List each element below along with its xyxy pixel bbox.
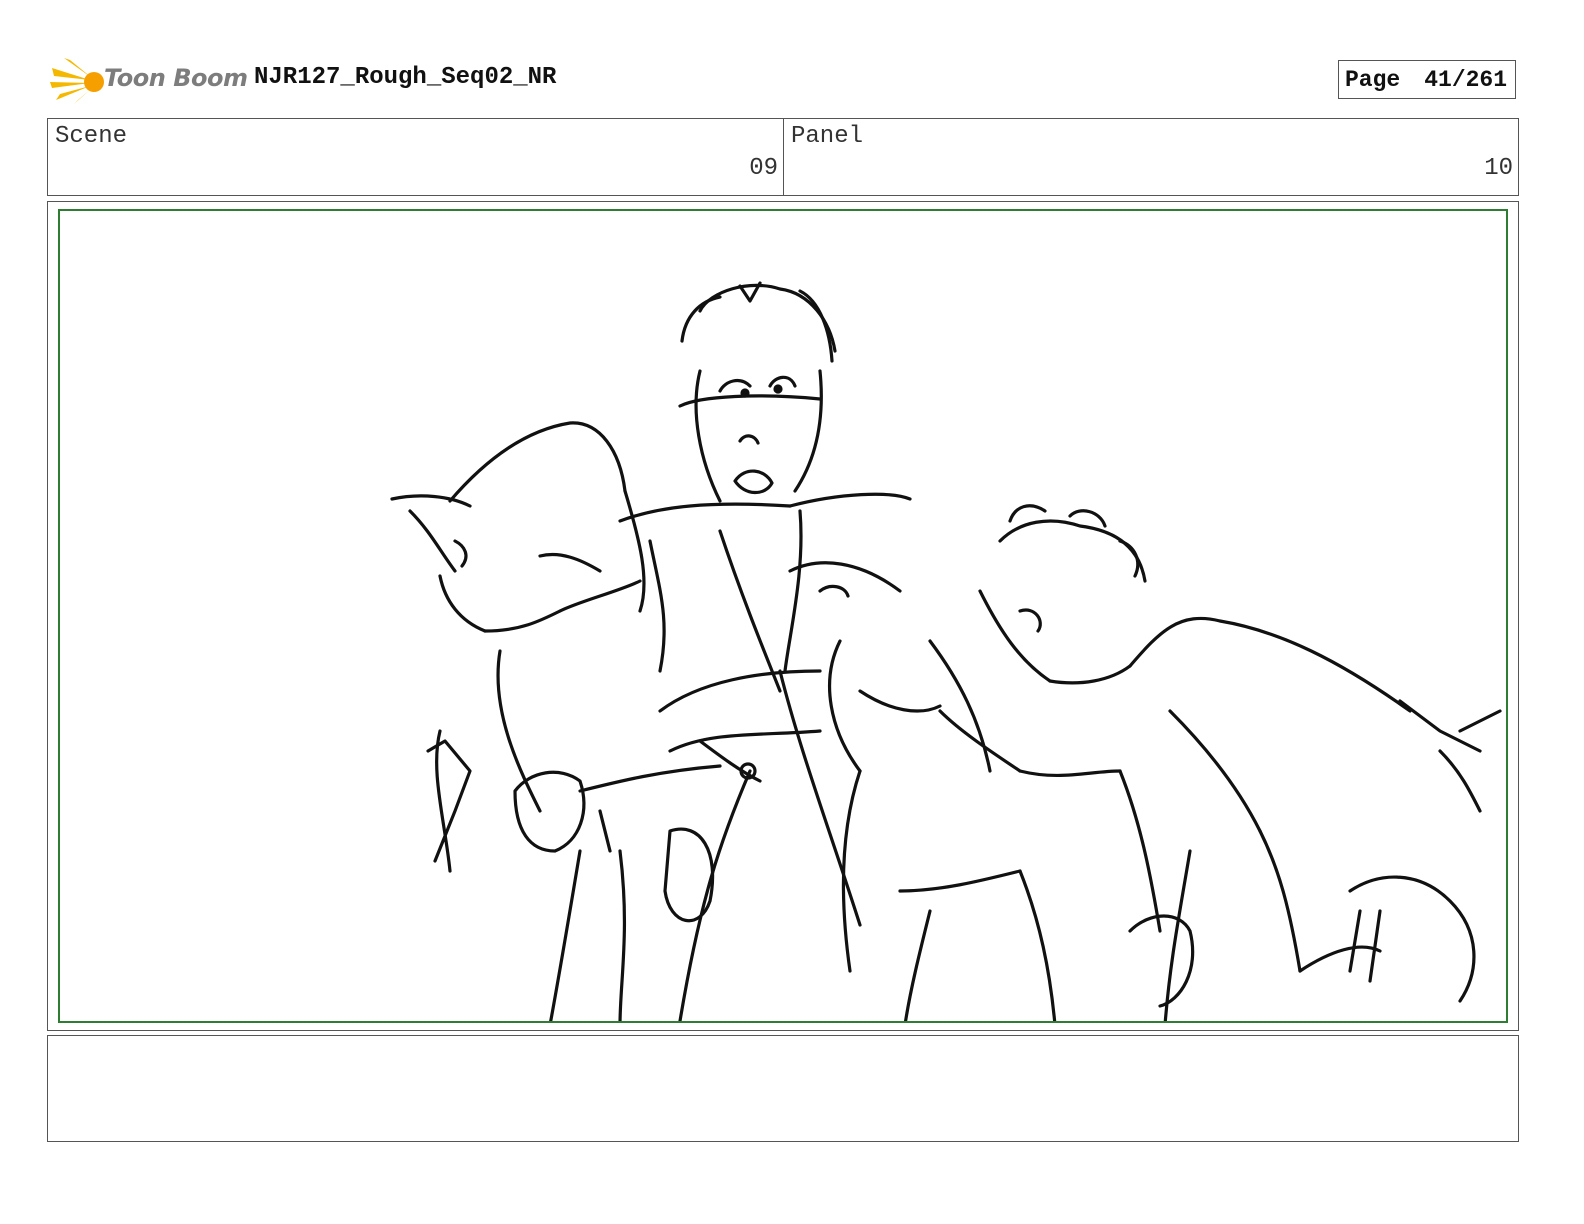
scene-cell: Scene 09 — [48, 119, 784, 195]
notes-area — [47, 1035, 1519, 1142]
sketch-character-center — [618, 281, 912, 1021]
sketch-character-right — [978, 504, 1502, 1021]
sketch-character-left — [390, 421, 722, 1021]
scene-panel-row: Scene 09 Panel 10 — [47, 118, 1519, 196]
scene-label: Scene — [55, 123, 128, 150]
page-number: 41/261 — [1424, 66, 1508, 93]
document-title: NJR127_Rough_Seq02_NR — [254, 64, 557, 91]
page-indicator: Page 41/261 — [1338, 60, 1516, 99]
page-label: Page — [1345, 66, 1401, 93]
logo-text: Toon Boom — [104, 64, 248, 92]
panel-value: 10 — [1484, 155, 1513, 182]
sketch-character-middle — [788, 561, 1195, 1021]
panel-label: Panel — [791, 123, 864, 150]
storyboard-sketch — [390, 281, 1502, 1021]
panel-drawing-area — [58, 209, 1508, 1023]
scene-value: 09 — [749, 155, 778, 182]
panel-cell: Panel 10 — [784, 119, 1518, 195]
